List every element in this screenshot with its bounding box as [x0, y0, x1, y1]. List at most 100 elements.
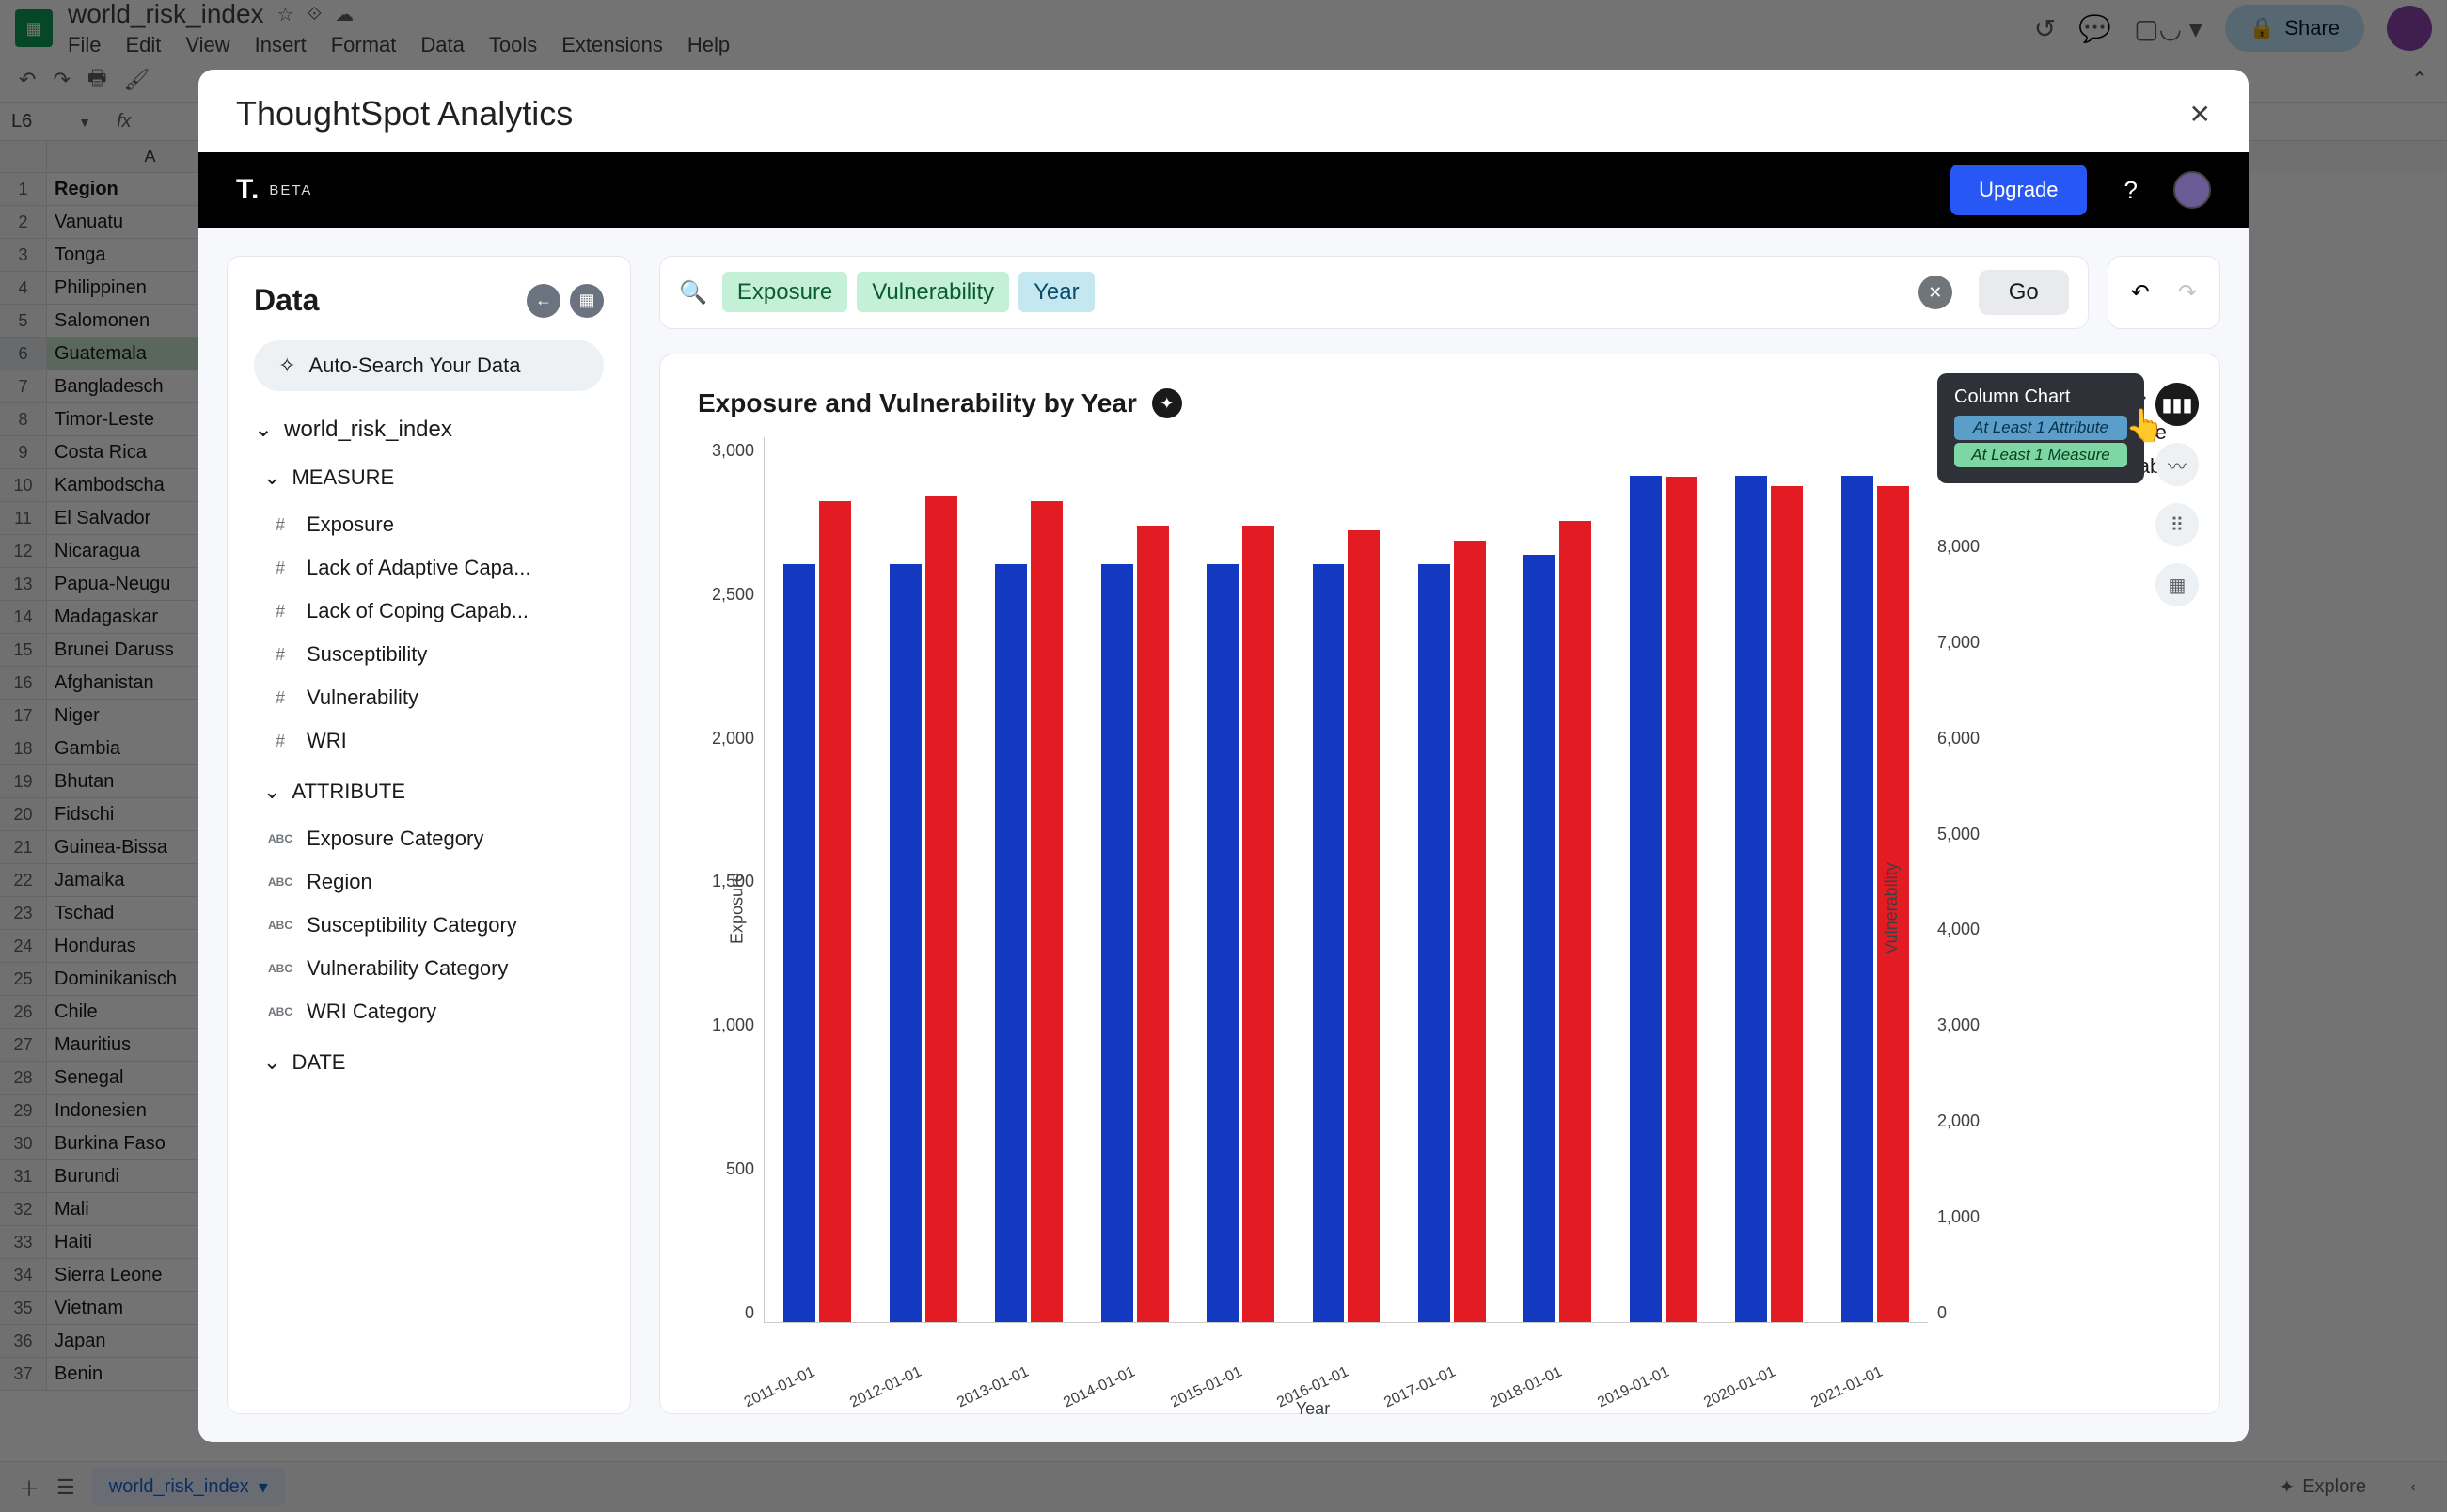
data-panel-title: Data [254, 283, 319, 318]
data-source-label: world_risk_index [284, 417, 452, 443]
bar-vulnerability[interactable] [1242, 526, 1274, 1322]
help-icon[interactable]: ? [2124, 176, 2138, 205]
thoughtspot-logo[interactable]: T. BETA [236, 174, 312, 206]
bar-vulnerability[interactable] [1559, 521, 1591, 1322]
undo-icon[interactable]: ↶ [2131, 279, 2150, 307]
search-pill[interactable]: Exposure [722, 272, 847, 312]
hash-icon: # [267, 645, 293, 665]
chevron-down-icon: ⌄ [263, 780, 280, 804]
measure-field[interactable]: # Lack of Coping Capab... [254, 590, 604, 633]
bar-exposure[interactable] [783, 564, 815, 1322]
bar-vulnerability[interactable] [1031, 501, 1063, 1322]
undo-redo-group: ↶ ↷ [2108, 256, 2220, 329]
auto-search-button[interactable]: ✧ Auto-Search Your Data [254, 340, 604, 391]
bar-exposure[interactable] [1523, 555, 1555, 1322]
abc-icon: ABC [267, 1005, 293, 1018]
bar-vulnerability[interactable] [1666, 477, 1697, 1322]
bar-exposure[interactable] [1313, 564, 1345, 1322]
abc-icon: ABC [267, 832, 293, 845]
measure-field[interactable]: # Susceptibility [254, 633, 604, 676]
date-header-label: DATE [292, 1050, 345, 1075]
scatter-chart-icon[interactable]: ⠿ [2155, 503, 2199, 546]
bar-exposure[interactable] [1418, 564, 1450, 1322]
tooltip-pill-attribute: At Least 1 Attribute [1954, 416, 2127, 440]
bar-vulnerability[interactable] [819, 501, 851, 1322]
close-icon[interactable]: ✕ [2189, 99, 2211, 130]
field-label: WRI Category [307, 1000, 436, 1024]
attribute-field[interactable]: ABC Exposure Category [254, 817, 604, 860]
measure-section-header[interactable]: ⌄ MEASURE [254, 465, 604, 490]
search-bar[interactable]: 🔍 ExposureVulnerabilityYear ✕ Go [659, 256, 2089, 329]
bar-exposure[interactable] [995, 564, 1027, 1322]
field-label: Exposure [307, 512, 394, 537]
y-axis-right-ticks: 9,0008,0007,0006,0005,0004,0003,0002,000… [1928, 437, 1994, 1379]
hash-icon: # [267, 732, 293, 751]
attribute-field[interactable]: ABCRegion [254, 860, 604, 904]
attribute-header-label: ATTRIBUTE [292, 780, 405, 804]
redo-icon[interactable]: ↷ [2178, 279, 2197, 307]
field-label: Lack of Coping Capab... [307, 599, 529, 623]
hash-icon: # [267, 602, 293, 622]
date-section-header[interactable]: ⌄ DATE [254, 1050, 604, 1075]
measure-header-label: MEASURE [292, 465, 394, 490]
hash-icon: # [267, 515, 293, 535]
column-chart-icon[interactable]: ▮▮▮ [2155, 383, 2199, 426]
bar-exposure[interactable] [1207, 564, 1239, 1322]
add-source-icon[interactable]: ← [527, 284, 560, 318]
attribute-field[interactable]: ABCSusceptibility Category [254, 904, 604, 947]
clear-search-icon[interactable]: ✕ [1918, 276, 1952, 309]
measure-field[interactable]: # Exposure [254, 503, 604, 546]
bar-vulnerability[interactable] [1454, 541, 1486, 1322]
bar-vulnerability[interactable] [925, 496, 957, 1322]
chevron-down-icon: ⌄ [263, 1050, 280, 1075]
line-chart-icon[interactable]: 〰 [2155, 443, 2199, 486]
viz-type-rail: ▮▮▮ 〰 ⠿ ▦ [2155, 383, 2199, 606]
measure-field[interactable]: # WRI [254, 719, 604, 763]
logo-mark-icon: T. [236, 174, 260, 206]
upgrade-button[interactable]: Upgrade [1950, 165, 2086, 215]
field-label: Vulnerability [307, 685, 418, 710]
go-button[interactable]: Go [1979, 270, 2069, 315]
measure-field[interactable]: # Lack of Adaptive Capa... [254, 546, 604, 590]
field-label: Susceptibility Category [307, 913, 517, 937]
bar-exposure[interactable] [1841, 476, 1873, 1322]
y-axis-left-label: Exposure [728, 873, 748, 944]
modal-overlay: ThoughtSpot Analytics ✕ T. BETA Upgrade … [0, 0, 2447, 1512]
modal-title: ThoughtSpot Analytics [236, 94, 573, 134]
attribute-field[interactable]: ABC WRI Category [254, 990, 604, 1033]
bar-exposure[interactable] [1101, 564, 1133, 1322]
field-label: Vulnerability Category [307, 956, 508, 981]
bar-vulnerability[interactable] [1348, 530, 1380, 1322]
bar-exposure[interactable] [1735, 476, 1767, 1322]
beta-badge: BETA [269, 182, 312, 198]
measure-field[interactable]: #Vulnerability [254, 676, 604, 719]
chart-plot-area[interactable] [764, 437, 1928, 1323]
data-source-row[interactable]: ⌄ world_risk_index [254, 416, 604, 443]
field-label: Lack of Adaptive Capa... [307, 556, 531, 580]
search-pill[interactable]: Year [1018, 272, 1095, 312]
chart-type-tooltip: Column Chart At Least 1 Attribute At Lea… [1937, 373, 2144, 483]
hash-icon: # [267, 559, 293, 578]
bar-vulnerability[interactable] [1137, 526, 1169, 1322]
field-label: Exposure Category [307, 827, 483, 851]
ts-avatar[interactable] [2173, 171, 2211, 209]
y-axis-right-label: Vulnerability [1882, 862, 1902, 953]
field-label: Region [307, 870, 372, 894]
manage-source-icon[interactable]: ▦ [570, 284, 604, 318]
field-label: Susceptibility [307, 642, 427, 667]
table-icon[interactable]: ▦ [2155, 563, 2199, 606]
field-label: WRI [307, 729, 347, 753]
bar-exposure[interactable] [890, 564, 922, 1322]
x-axis-title: Year [660, 1399, 1965, 1414]
chart-title: Exposure and Vulnerability by Year [698, 388, 1137, 418]
bar-vulnerability[interactable] [1771, 486, 1803, 1322]
ai-badge-icon[interactable]: ✦ [1152, 388, 1182, 418]
bar-exposure[interactable] [1630, 476, 1662, 1322]
thoughtspot-modal: ThoughtSpot Analytics ✕ T. BETA Upgrade … [198, 70, 2249, 1442]
attribute-field[interactable]: ABC Vulnerability Category [254, 947, 604, 990]
search-pill[interactable]: Vulnerability [857, 272, 1009, 312]
tooltip-title: Column Chart [1954, 386, 2127, 408]
chevron-down-icon: ⌄ [254, 416, 273, 443]
abc-icon: ABC [267, 962, 293, 975]
attribute-section-header[interactable]: ⌄ ATTRIBUTE [254, 780, 604, 804]
